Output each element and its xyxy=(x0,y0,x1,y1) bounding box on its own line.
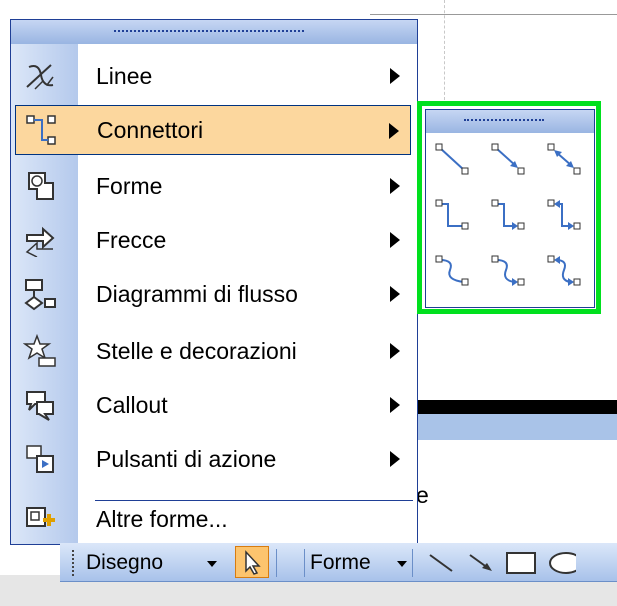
menu-item-pulsanti-di-azione[interactable]: Pulsanti di azione xyxy=(15,434,411,484)
curved-double-arrow-connector-icon[interactable] xyxy=(544,252,584,292)
grip-dots xyxy=(114,30,304,32)
submenu-arrow-icon xyxy=(390,286,400,302)
menu-item-altre-forme[interactable]: Altre forme... xyxy=(15,494,411,544)
toolbar-separator xyxy=(276,549,277,577)
disegno-menu-button[interactable]: Disegno xyxy=(86,551,163,575)
drawing-toolbar: Disegno Forme xyxy=(60,543,617,582)
straight-connector-icon[interactable] xyxy=(432,140,472,180)
forme-menu-button[interactable]: Forme xyxy=(310,551,371,575)
page-edge-line xyxy=(370,14,617,15)
oval-tool-icon[interactable] xyxy=(546,549,576,577)
menu-item-linee[interactable]: Linee xyxy=(15,51,411,101)
submenu-arrow-icon xyxy=(390,343,400,359)
autoshapes-menu: Linee Connettori Forme Frecce Diagrammi … xyxy=(10,19,418,545)
straight-double-arrow-connector-icon[interactable] xyxy=(544,140,584,180)
menu-item-label: Linee xyxy=(96,62,153,89)
pointer-arrow-icon xyxy=(245,550,261,575)
menu-item-forme[interactable]: Forme xyxy=(15,161,411,211)
flowchart-icon xyxy=(15,269,65,319)
toolbar-grip[interactable] xyxy=(72,550,74,576)
menu-item-label: Forme xyxy=(96,172,163,199)
menu-item-label: Frecce xyxy=(96,226,167,253)
rectangle-tool-icon[interactable] xyxy=(504,549,540,577)
submenu-arrow-icon xyxy=(390,178,400,194)
submenu-arrow-icon xyxy=(390,397,400,413)
menu-item-frecce[interactable]: Frecce xyxy=(15,215,411,265)
menu-item-callout[interactable]: Callout xyxy=(15,380,411,430)
forme-dropdown-icon xyxy=(397,561,407,567)
window-frame-bar xyxy=(410,400,617,414)
action-buttons-icon xyxy=(15,434,65,484)
arrow-tool-icon[interactable] xyxy=(466,551,496,575)
menu-item-label: Pulsanti di azione xyxy=(96,445,277,472)
submenu-arrow-icon xyxy=(390,232,400,248)
elbow-double-arrow-connector-icon[interactable] xyxy=(544,196,584,236)
menu-item-stelle-e-decorazioni[interactable]: Stelle e decorazioni xyxy=(15,326,411,376)
menu-item-label: Altre forme... xyxy=(96,505,228,532)
menu-item-connettori[interactable]: Connettori xyxy=(15,105,411,155)
menu-item-label: Stelle e decorazioni xyxy=(96,337,297,364)
basic-shapes-icon xyxy=(15,161,65,211)
elbow-arrow-connector-icon[interactable] xyxy=(488,196,528,236)
grip-dots xyxy=(464,119,544,121)
guide-line xyxy=(444,0,445,100)
toolbar-separator xyxy=(412,549,413,577)
connectors-submenu xyxy=(417,101,601,314)
straight-arrow-connector-icon[interactable] xyxy=(488,140,528,180)
submenu-drag-handle[interactable] xyxy=(426,110,594,133)
connectors-icon xyxy=(16,105,66,155)
block-arrows-icon xyxy=(15,215,65,265)
menu-item-label: Connettori xyxy=(97,116,204,143)
menu-item-label: Diagrammi di flusso xyxy=(96,280,298,307)
menu-item-label: Callout xyxy=(96,391,168,418)
window-title-strip xyxy=(410,414,617,440)
stars-banners-icon xyxy=(15,326,65,376)
submenu-arrow-icon xyxy=(390,68,400,84)
curved-connector-icon[interactable] xyxy=(432,252,472,292)
lines-icon xyxy=(15,51,65,101)
toolbar-separator xyxy=(304,549,305,577)
submenu-arrow-icon xyxy=(389,123,399,139)
more-shapes-icon xyxy=(15,494,65,544)
menu-drag-handle[interactable] xyxy=(11,20,417,44)
line-tool-icon[interactable] xyxy=(426,551,456,575)
submenu-arrow-icon xyxy=(390,451,400,467)
curved-arrow-connector-icon[interactable] xyxy=(488,252,528,292)
callout-icon xyxy=(15,380,65,430)
elbow-connector-icon[interactable] xyxy=(432,196,472,236)
connectors-palette xyxy=(425,109,595,308)
menu-item-diagrammi-di-flusso[interactable]: Diagrammi di flusso xyxy=(15,269,411,319)
select-objects-button[interactable] xyxy=(235,546,269,578)
disegno-dropdown-icon xyxy=(207,561,217,567)
